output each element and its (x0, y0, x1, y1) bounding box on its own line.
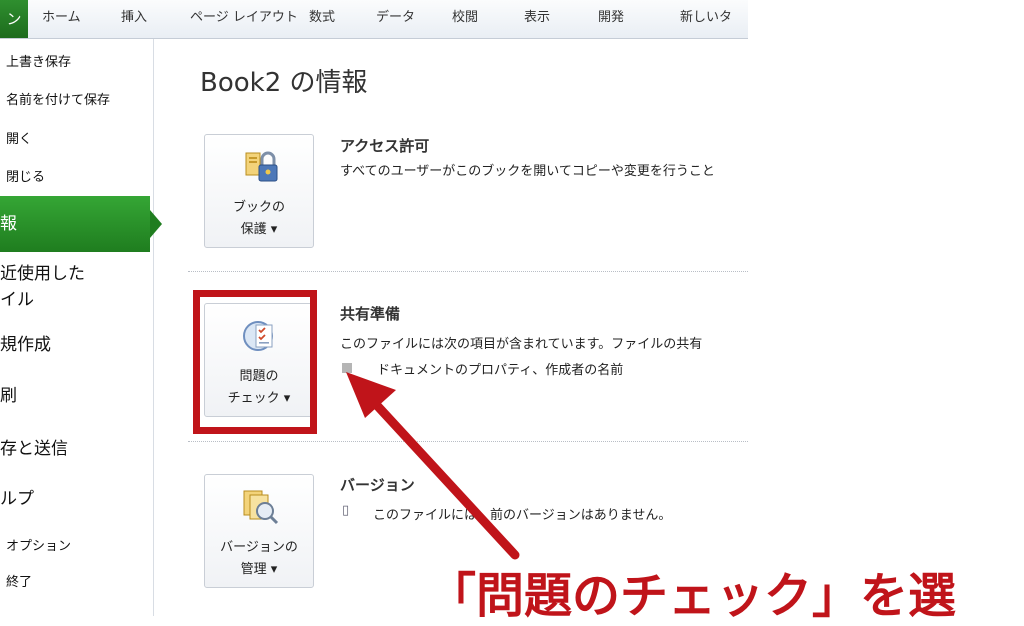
annotation-arrow (346, 372, 520, 560)
annotation-text: 「問題のチェック」を選 (428, 568, 957, 624)
